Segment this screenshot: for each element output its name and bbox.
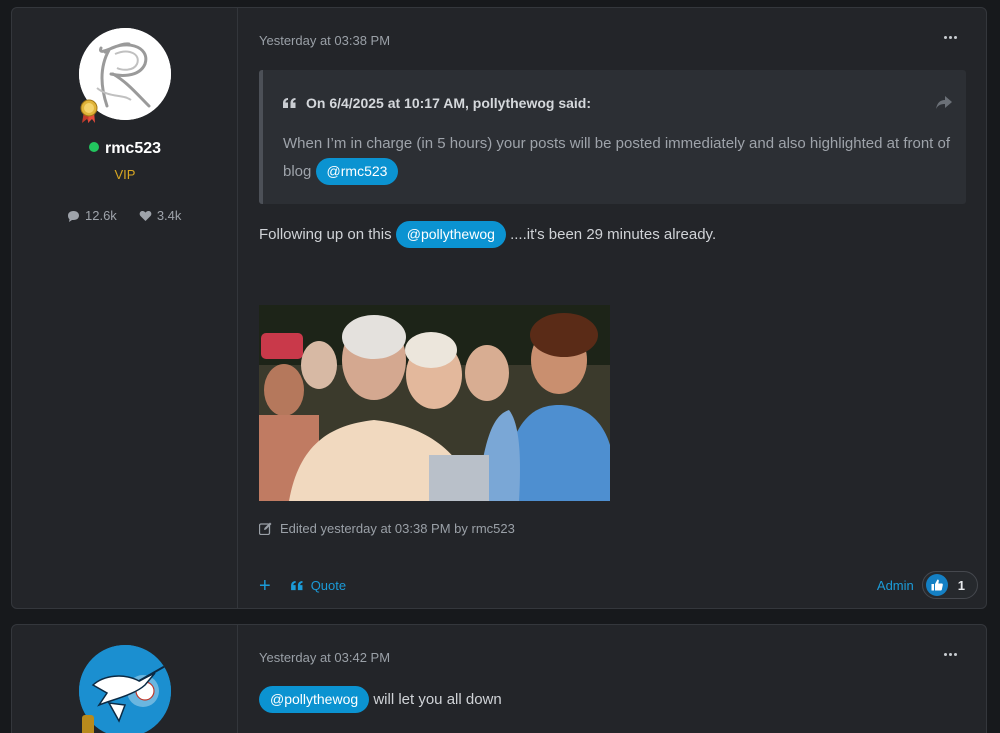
author-role: VIP	[114, 167, 136, 182]
ellipsis-icon[interactable]	[944, 647, 960, 661]
post-content: Yesterday at 03:38 PM On 6/4/2025 at 10:…	[238, 8, 986, 608]
edited-text: Edited yesterday at 03:38 PM by rmc523	[280, 521, 515, 536]
post-2: Yesterday at 03:42 PM @pollythewog will …	[11, 624, 987, 733]
post-text-after: ....it's been 29 minutes already.	[510, 226, 717, 243]
quote-attribution: On 6/4/2025 at 10:17 AM, pollythewog sai…	[306, 95, 592, 111]
quote-icon	[290, 580, 303, 590]
reaction-user[interactable]: Admin	[877, 578, 914, 593]
heart-icon	[139, 210, 152, 221]
likes-stat: 3.4k	[139, 208, 182, 223]
ellipsis-icon[interactable]	[944, 30, 960, 44]
author-panel: rmc523 VIP 12.6k 3.4k	[12, 8, 238, 608]
author-name[interactable]: rmc523	[105, 140, 161, 157]
quote-header: On 6/4/2025 at 10:17 AM, pollythewog sai…	[283, 95, 591, 111]
mention-link[interactable]: @rmc523	[315, 158, 399, 185]
post-body: Following up on this @pollythewog ....it…	[259, 221, 716, 249]
quote-icon	[283, 97, 296, 108]
embedded-gif[interactable]	[259, 305, 610, 501]
share-icon[interactable]	[936, 96, 952, 110]
likes-count: 3.4k	[156, 208, 182, 223]
post-body: @pollythewog will let you all down	[259, 686, 502, 714]
author-name-row: rmc523	[12, 140, 238, 158]
edited-note: Edited yesterday at 03:38 PM by rmc523	[259, 521, 515, 536]
post-text-before: Following up on this	[259, 226, 392, 243]
reaction-count: 1	[957, 577, 965, 593]
post-content: Yesterday at 03:42 PM @pollythewog will …	[238, 625, 986, 733]
comment-icon	[68, 210, 79, 222]
online-indicator-icon	[88, 142, 99, 152]
post-text-after: will let you all down	[373, 691, 502, 708]
post-timestamp[interactable]: Yesterday at 03:38 PM	[259, 33, 390, 48]
edit-icon	[259, 522, 272, 535]
posts-stat: 12.6k	[67, 208, 117, 223]
quote-button-label: Quote	[310, 578, 347, 593]
post-timestamp[interactable]: Yesterday at 03:42 PM	[259, 650, 390, 665]
reactions: Admin 1	[877, 571, 978, 599]
posts-count: 12.6k	[85, 208, 117, 223]
rank-badge-icon	[82, 715, 94, 733]
quote-button[interactable]: Quote	[290, 578, 347, 593]
author-panel	[12, 625, 238, 733]
plus-icon[interactable]: +	[259, 576, 271, 596]
thumbs-up-icon	[925, 574, 948, 596]
post-1: rmc523 VIP 12.6k 3.4k Yesterday at 03:38…	[11, 7, 987, 609]
reaction-pill[interactable]: 1	[921, 571, 978, 599]
quote-text: When I’m in charge (in 5 hours) your pos…	[283, 130, 953, 186]
mention-link[interactable]: @pollythewog	[259, 686, 370, 713]
post-actions: + Quote	[259, 576, 347, 596]
rank-badge-icon	[80, 99, 98, 123]
mention-link[interactable]: @pollythewog	[395, 221, 506, 248]
quote-block: On 6/4/2025 at 10:17 AM, pollythewog sai…	[259, 70, 966, 204]
author-stats: 12.6k 3.4k	[67, 208, 181, 223]
